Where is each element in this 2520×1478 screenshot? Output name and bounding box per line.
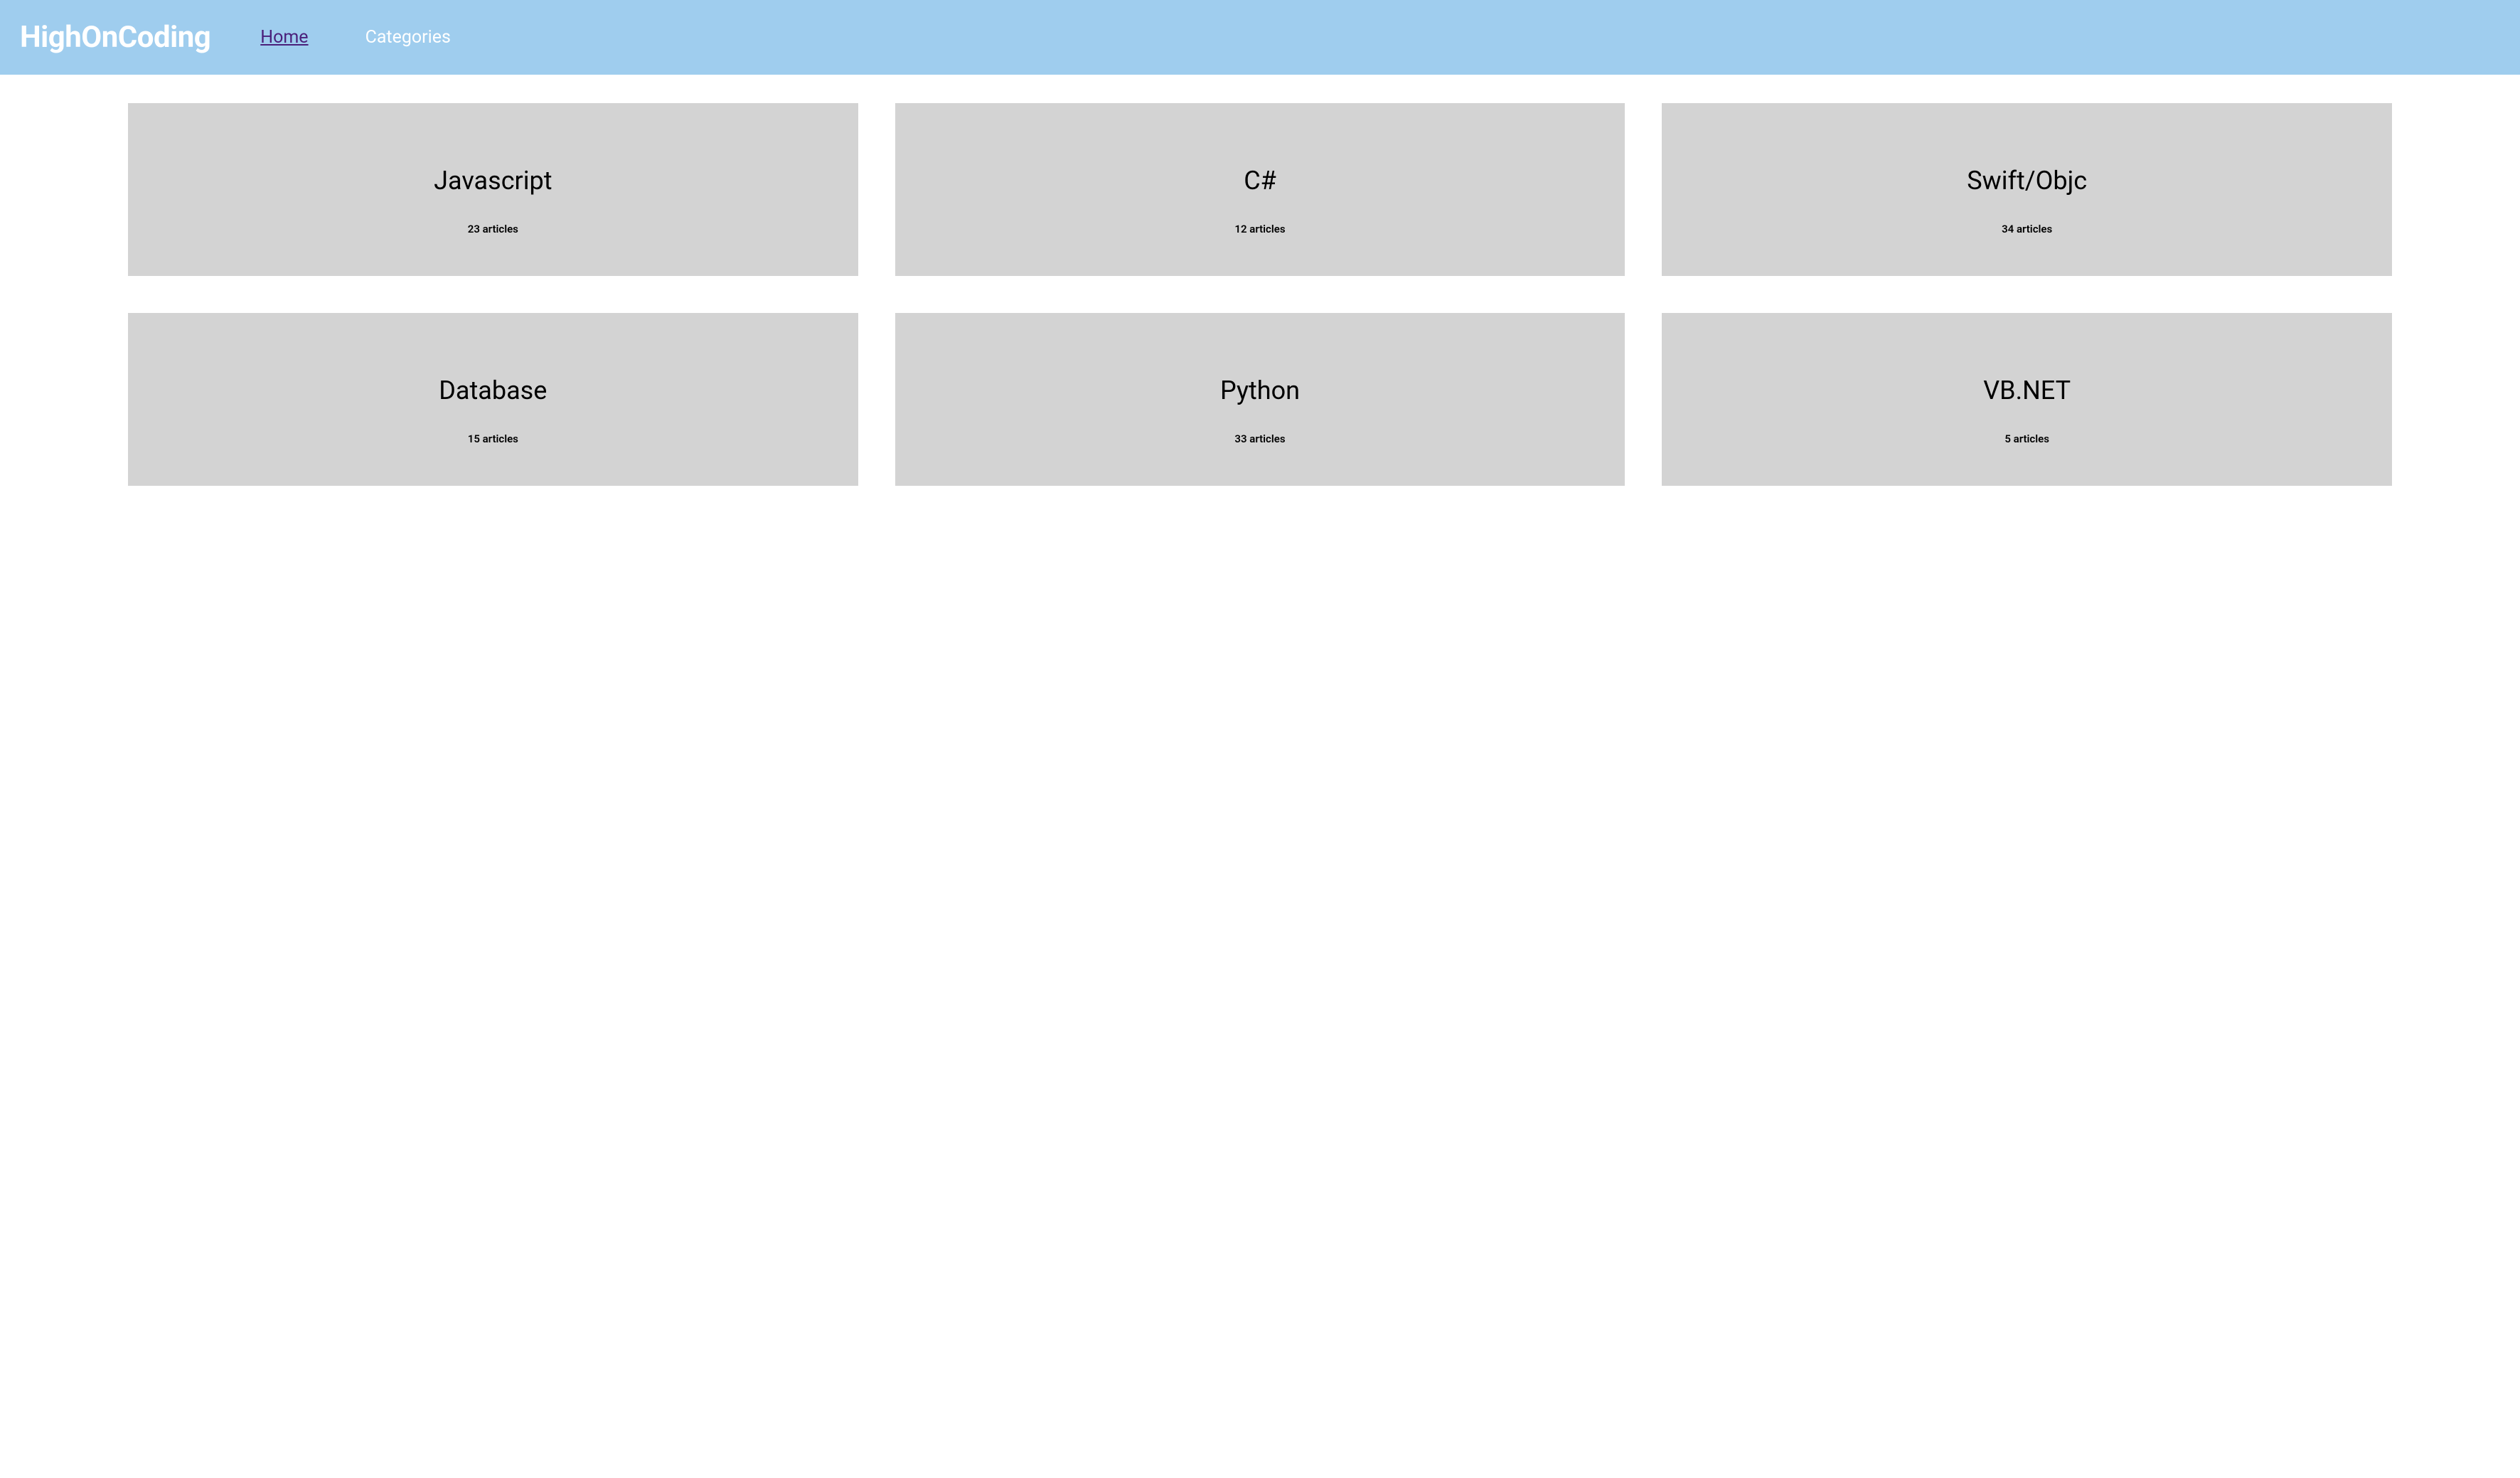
category-count: 23 articles xyxy=(468,223,518,235)
category-title: Swift/Objc xyxy=(1967,166,2087,196)
nav: Home Categories xyxy=(260,27,451,48)
header: HighOnCoding Home Categories xyxy=(0,0,2520,75)
nav-link-home[interactable]: Home xyxy=(260,27,308,48)
category-count: 12 articles xyxy=(1234,223,1285,235)
site-title: HighOnCoding xyxy=(20,20,210,55)
category-title: VB.NET xyxy=(1983,376,2071,405)
category-title: C# xyxy=(1244,166,1276,196)
category-card-csharp[interactable]: C# 12 articles xyxy=(895,103,1625,276)
category-grid: Javascript 23 articles C# 12 articles Sw… xyxy=(128,103,2392,486)
category-card-database[interactable]: Database 15 articles xyxy=(128,313,858,486)
category-count: 15 articles xyxy=(468,432,518,445)
category-card-python[interactable]: Python 33 articles xyxy=(895,313,1625,486)
category-title: Javascript xyxy=(434,166,552,196)
category-count: 34 articles xyxy=(2002,223,2052,235)
content: Javascript 23 articles C# 12 articles Sw… xyxy=(0,75,2520,514)
category-card-vbnet[interactable]: VB.NET 5 articles xyxy=(1662,313,2392,486)
category-title: Database xyxy=(439,376,547,405)
nav-link-categories[interactable]: Categories xyxy=(365,27,451,48)
category-card-swift-objc[interactable]: Swift/Objc 34 articles xyxy=(1662,103,2392,276)
category-count: 33 articles xyxy=(1234,432,1285,445)
category-count: 5 articles xyxy=(2004,432,2049,445)
category-card-javascript[interactable]: Javascript 23 articles xyxy=(128,103,858,276)
category-title: Python xyxy=(1220,376,1300,405)
